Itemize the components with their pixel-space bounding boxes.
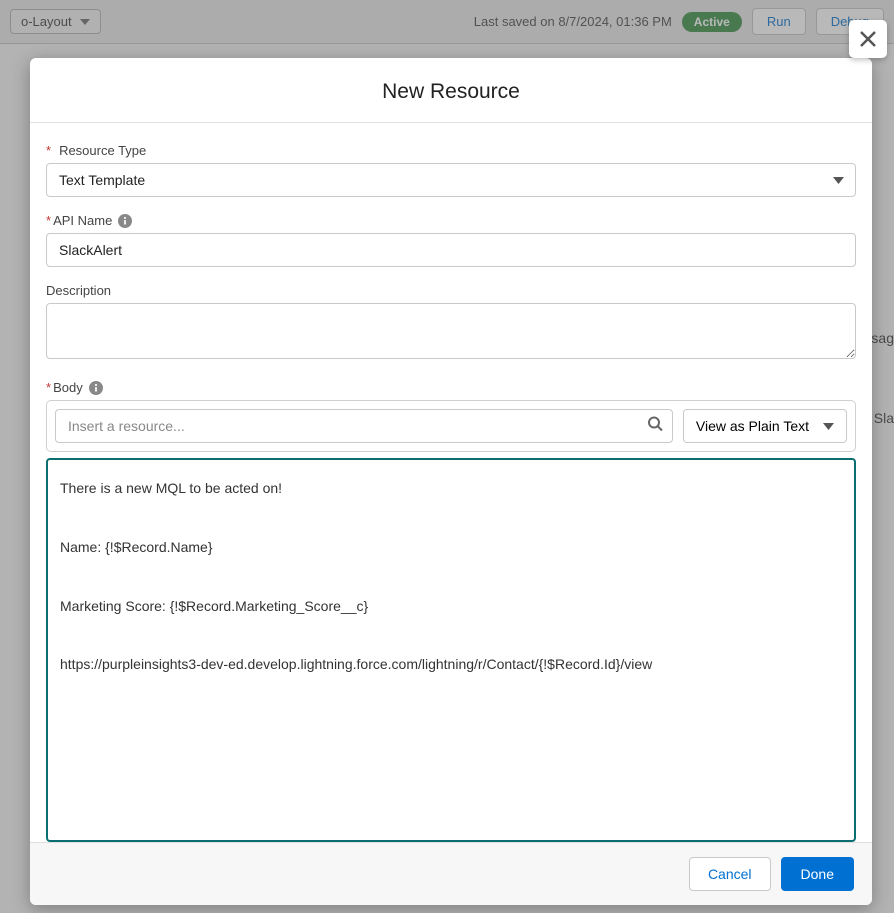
resource-type-select[interactable]: Text Template bbox=[46, 163, 856, 197]
modal-footer: Cancel Done bbox=[30, 842, 872, 905]
new-resource-modal: New Resource Resource Type Text Template… bbox=[30, 58, 872, 905]
body-text-editor[interactable]: There is a new MQL to be acted on! Name:… bbox=[46, 458, 856, 842]
resource-search-input[interactable] bbox=[55, 409, 673, 443]
description-field: Description bbox=[46, 283, 856, 364]
resource-type-label: Resource Type bbox=[46, 143, 856, 158]
api-name-input[interactable] bbox=[46, 233, 856, 267]
view-mode-dropdown[interactable]: View as Plain Text bbox=[683, 409, 847, 443]
description-textarea[interactable] bbox=[46, 303, 856, 359]
body-toolbar: View as Plain Text bbox=[46, 400, 856, 452]
body-field: Body Vie bbox=[46, 380, 856, 842]
view-mode-label: View as Plain Text bbox=[696, 418, 809, 434]
chevron-down-icon bbox=[823, 423, 834, 430]
done-button[interactable]: Done bbox=[781, 857, 854, 891]
body-label: Body bbox=[46, 380, 83, 395]
close-button[interactable] bbox=[849, 20, 887, 58]
api-name-label-row: API Name bbox=[46, 213, 856, 228]
resource-search-wrapper bbox=[55, 409, 673, 443]
body-label-row: Body bbox=[46, 380, 856, 395]
modal-title: New Resource bbox=[30, 80, 872, 104]
resource-type-field: Resource Type Text Template bbox=[46, 143, 856, 197]
info-icon bbox=[89, 381, 103, 395]
api-name-label: API Name bbox=[46, 213, 112, 228]
info-icon bbox=[118, 214, 132, 228]
api-name-field: API Name bbox=[46, 213, 856, 267]
description-label: Description bbox=[46, 283, 856, 298]
modal-header: New Resource bbox=[30, 58, 872, 123]
cancel-button[interactable]: Cancel bbox=[689, 857, 771, 891]
modal-body: Resource Type Text Template API Name Des… bbox=[30, 123, 872, 842]
close-icon bbox=[858, 29, 878, 49]
